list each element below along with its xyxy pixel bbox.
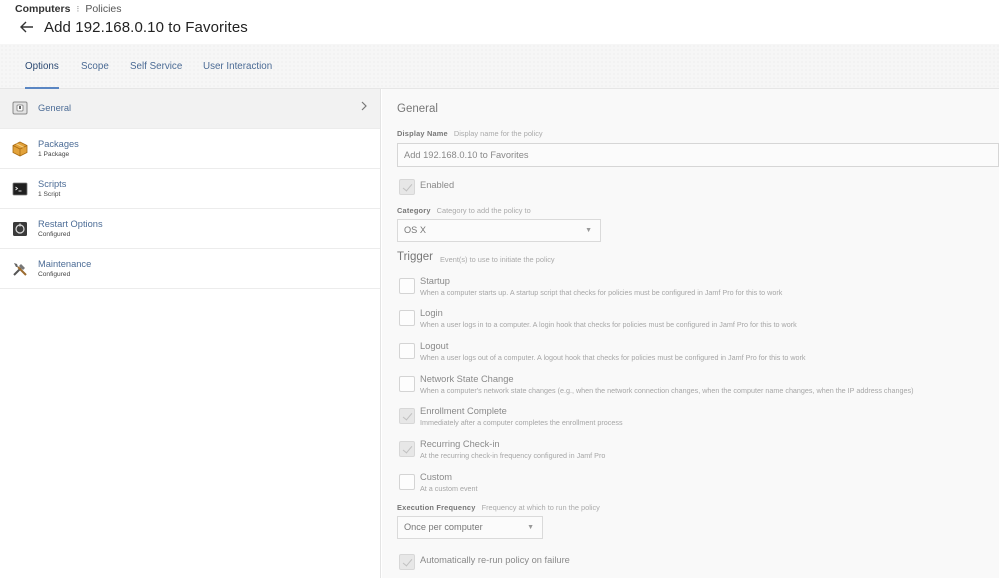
- trigger-label: Startup: [420, 276, 450, 286]
- tab-self-service[interactable]: Self Service: [130, 44, 182, 89]
- display-name-label: Display Name Display name for the policy: [397, 129, 543, 138]
- page-title: Add 192.168.0.10 to Favorites: [44, 18, 248, 36]
- trigger-title: Trigger: [397, 251, 433, 263]
- breadcrumb: Computers ⁝ Policies: [15, 3, 122, 15]
- field-label-text: Category: [397, 206, 431, 215]
- trigger-hint: Event(s) to use to initiate the policy: [440, 255, 555, 264]
- field-label-text: Execution Frequency: [397, 503, 476, 512]
- trigger-label: Login: [420, 308, 443, 318]
- trigger-description: When a computer starts up. A startup scr…: [420, 288, 783, 297]
- trigger-startup-checkbox[interactable]: [399, 278, 415, 294]
- sidebar-item-label: Restart Options: [38, 219, 103, 229]
- field-hint: Frequency at which to run the policy: [481, 503, 600, 512]
- general-panel: General Display Name Display name for the…: [382, 89, 999, 578]
- back-arrow-icon[interactable]: [18, 18, 36, 36]
- sidebar: General Packages 1 Package Scripts 1 Scr…: [0, 89, 381, 578]
- breadcrumb-computers[interactable]: Computers: [15, 3, 70, 15]
- tab-options[interactable]: Options: [25, 44, 59, 89]
- trigger-logout-checkbox[interactable]: [399, 343, 415, 359]
- breadcrumb-policies[interactable]: Policies: [85, 3, 121, 15]
- sidebar-item-subtitle: 1 Script: [38, 191, 61, 198]
- category-label: Category Category to add the policy to: [397, 206, 531, 215]
- execution-frequency-select[interactable]: Once per computer ▼: [397, 516, 543, 539]
- sidebar-item-label: Packages: [38, 139, 79, 149]
- sidebar-item-packages[interactable]: Packages 1 Package: [0, 129, 380, 169]
- tab-scope[interactable]: Scope: [81, 44, 109, 89]
- trigger-description: When a user logs out of a computer. A lo…: [420, 353, 806, 362]
- trigger-description: When a user logs in to a computer. A log…: [420, 320, 797, 329]
- trigger-custom-checkbox[interactable]: [399, 474, 415, 490]
- tab-user-interaction[interactable]: User Interaction: [203, 44, 272, 89]
- trigger-label: Logout: [420, 341, 449, 351]
- sidebar-item-subtitle: Configured: [38, 271, 71, 278]
- execution-frequency-select-value: Once per computer: [404, 522, 483, 532]
- sidebar-item-general[interactable]: General: [0, 89, 380, 129]
- trigger-label: Network State Change: [420, 374, 514, 384]
- tab-bar: Options Scope Self Service User Interact…: [0, 44, 999, 89]
- trigger-network-state-change-checkbox[interactable]: [399, 376, 415, 392]
- sidebar-item-label: General: [38, 103, 72, 113]
- sidebar-item-maintenance[interactable]: Maintenance Configured: [0, 249, 380, 289]
- field-label-text: Display Name: [397, 129, 448, 138]
- caret-down-icon: ▼: [585, 227, 592, 234]
- trigger-label: Recurring Check-in: [420, 439, 500, 449]
- trigger-login-checkbox[interactable]: [399, 310, 415, 326]
- restart-icon: [12, 221, 28, 237]
- rerun-on-failure-checkbox[interactable]: [399, 554, 415, 570]
- field-hint: Display name for the policy: [453, 129, 543, 138]
- breadcrumb-separator: ⁝: [76, 3, 80, 14]
- trigger-description: Immediately after a computer completes t…: [420, 418, 623, 427]
- trigger-label: Enrollment Complete: [420, 406, 507, 416]
- field-hint: Category to add the policy to: [436, 206, 531, 215]
- page-header: Computers ⁝ Policies Add 192.168.0.10 to…: [0, 0, 999, 44]
- sidebar-item-scripts[interactable]: Scripts 1 Script: [0, 169, 380, 209]
- category-select[interactable]: OS X ▼: [397, 219, 601, 242]
- sidebar-item-subtitle: 1 Package: [38, 151, 70, 158]
- sidebar-item-label: Scripts: [38, 179, 67, 189]
- sidebar-item-subtitle: Configured: [38, 231, 71, 238]
- execution-frequency-label: Execution Frequency Frequency at which to…: [397, 503, 600, 512]
- trigger-recurring-check-in-checkbox[interactable]: [399, 441, 415, 457]
- chevron-right-icon: [360, 101, 368, 114]
- package-icon: [12, 141, 28, 157]
- enabled-label: Enabled: [420, 180, 455, 190]
- tools-icon: [12, 261, 28, 277]
- terminal-icon: [12, 181, 28, 197]
- section-title: General: [397, 103, 438, 115]
- caret-down-icon: ▼: [527, 524, 534, 531]
- display-name-input[interactable]: Add 192.168.0.10 to Favorites: [397, 143, 999, 167]
- trigger-enrollment-complete-checkbox[interactable]: [399, 408, 415, 424]
- category-select-value: OS X: [404, 225, 426, 235]
- sidebar-item-label: Maintenance: [38, 259, 92, 269]
- trigger-description: At the recurring check-in frequency conf…: [420, 451, 606, 460]
- trigger-label: Custom: [420, 472, 453, 482]
- sidebar-item-restart-options[interactable]: Restart Options Configured: [0, 209, 380, 249]
- general-icon: [12, 100, 28, 116]
- rerun-on-failure-label: Automatically re-run policy on failure: [420, 555, 570, 565]
- trigger-description: When a computer's network state changes …: [420, 386, 914, 395]
- enabled-checkbox[interactable]: [399, 179, 415, 195]
- trigger-description: At a custom event: [420, 484, 478, 493]
